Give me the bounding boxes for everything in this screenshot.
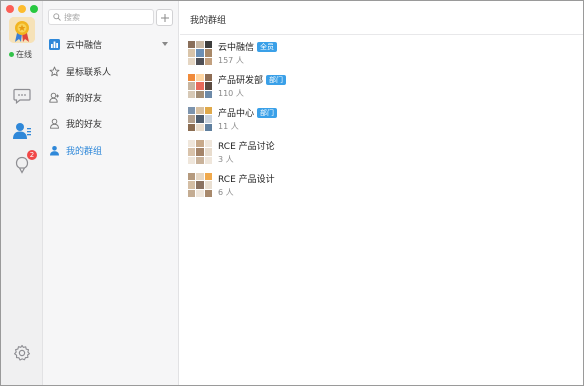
add-friend-icon [49,92,60,103]
sidebar-item-new-friends[interactable]: 新的好友 [49,87,175,107]
group-name: 云中融信 [218,43,255,53]
search-box[interactable] [48,9,154,25]
contacts-sidebar: 云中融信 星标联系人 新的好友 [43,1,179,385]
sidebar-item-label: 新的好友 [66,93,103,104]
group-tag: 部门 [266,74,287,85]
add-button[interactable] [156,9,173,26]
group-tag: 部门 [257,107,278,118]
member-count: 157 人 [218,56,244,65]
group-avatar [188,140,212,164]
page-title: 我的群组 [180,1,583,35]
online-status: 在线 [9,49,32,60]
member-count: 11 人 [218,122,239,131]
sidebar-item-my-groups[interactable]: 我的群组 [49,140,175,160]
group-row[interactable]: RCE 产品讨论 3 人 [188,137,578,167]
group-row[interactable]: 产品研发部 部门 110 人 [188,71,578,101]
notification-icon[interactable]: 2 [11,150,37,176]
app-window: 在线 2 搜索 云中融信 星标联系人 新的好友 我的好友 我的群组 我的群组 云… [0,0,584,386]
friend-icon [49,118,60,129]
user-avatar[interactable] [9,17,35,43]
search-input[interactable] [64,12,152,22]
member-count: 6 人 [218,188,234,197]
maximize-window-button[interactable] [30,5,38,13]
groups-panel: 我的群组 云中融信 全员 157 人 产品研发部 部门 110 人 产品中心 部… [180,1,583,385]
group-tag: 全员 [257,41,278,52]
member-count: 110 人 [218,89,244,98]
status-label: 在线 [16,50,32,59]
sidebar-item-label: 我的好友 [66,119,103,130]
group-name: RCE 产品讨论 [218,142,275,152]
close-window-button[interactable] [6,5,14,13]
group-name: 产品研发部 [218,76,264,86]
group-name: 产品中心 [218,109,255,119]
sidebar-item-starred[interactable]: 星标联系人 [49,61,175,81]
group-name: RCE 产品设计 [218,175,275,185]
chevron-down-icon[interactable] [161,41,169,47]
sidebar-item-label: 云中融信 [66,40,103,51]
group-row[interactable]: RCE 产品设计 6 人 [188,170,578,200]
sidebar-item-label: 星标联系人 [66,67,112,78]
window-controls [6,5,38,13]
chat-bubble-icon[interactable] [11,85,33,107]
member-count: 3 人 [218,155,234,164]
group-avatar [188,107,212,131]
group-icon [49,145,60,156]
left-rail: 在线 2 [1,1,43,385]
sidebar-item-my-friends[interactable]: 我的好友 [49,113,175,133]
sidebar-item-organization[interactable]: 云中融信 [49,34,175,54]
gear-icon[interactable] [11,342,33,364]
status-dot [9,52,14,57]
plus-icon [160,13,169,22]
group-row[interactable]: 产品中心 部门 11 人 [188,104,578,134]
search-icon [53,13,61,21]
notification-badge: 2 [27,150,37,160]
star-icon [49,66,60,77]
contacts-icon[interactable] [11,120,33,142]
group-avatar [188,173,212,197]
org-icon [49,38,60,50]
minimize-window-button[interactable] [18,5,26,13]
group-avatar [188,41,212,65]
sidebar-item-label: 我的群组 [66,146,103,157]
group-avatar [188,74,212,98]
group-row[interactable]: 云中融信 全员 157 人 [188,38,578,68]
